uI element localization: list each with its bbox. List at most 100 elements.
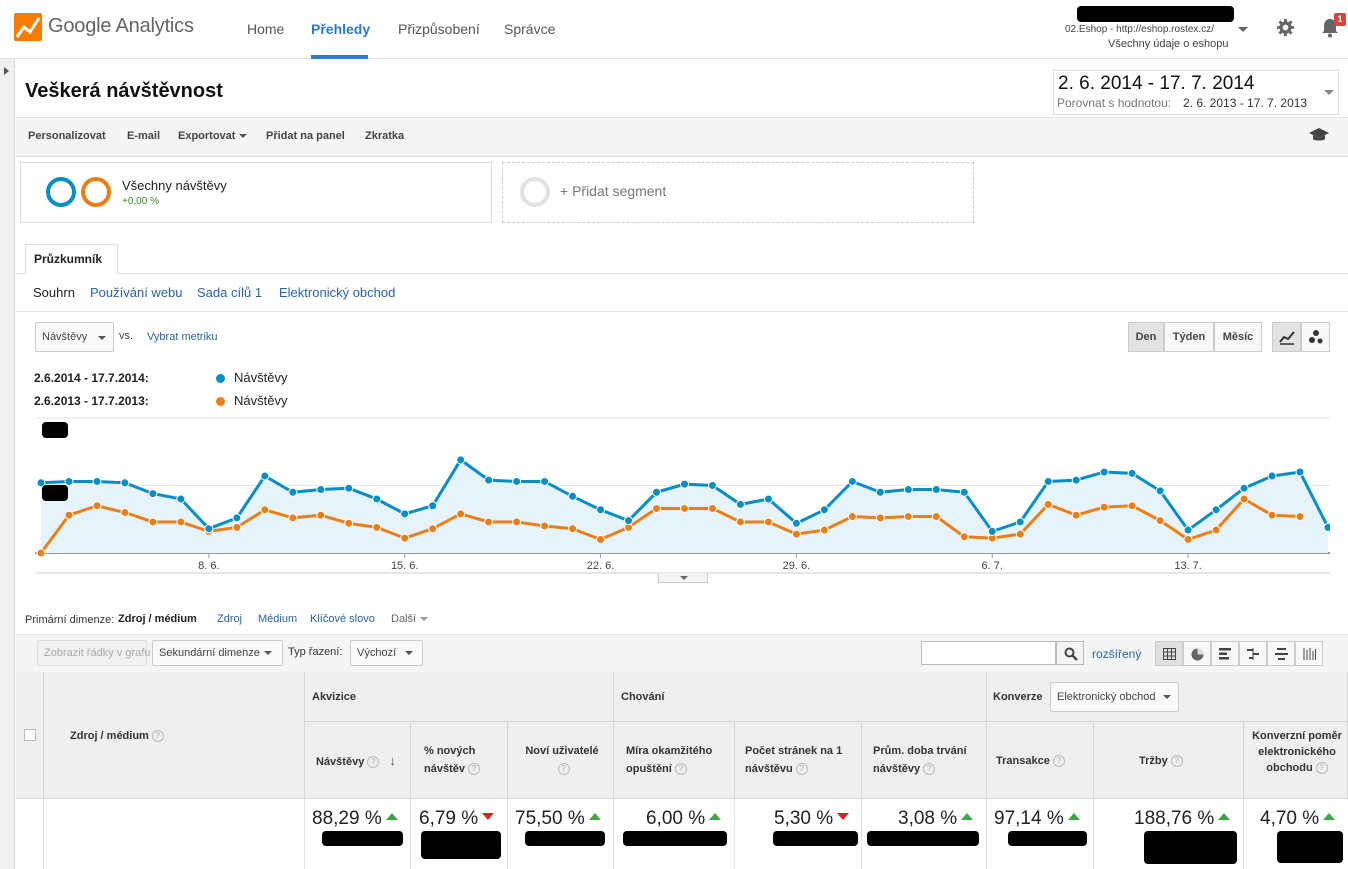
col-label-pages-per-visit[interactable]: Počet stránek na 1 návštěvu? [745, 742, 855, 778]
dimension-medium[interactable]: Médium [258, 613, 297, 625]
personalize-button[interactable]: Personalizovat [28, 130, 106, 142]
trend-up-icon [1323, 813, 1336, 821]
nav-admin[interactable]: Správce [504, 21, 555, 37]
account-view[interactable]: Všechny údaje o eshopu [1108, 38, 1228, 50]
help-icon[interactable]: ? [467, 763, 480, 776]
view-table-button[interactable] [1155, 641, 1183, 666]
plot-rows-button[interactable]: Zobrazit řádky v grafu [37, 640, 150, 666]
account-property[interactable]: 02.Eshop - http://eshop.rostex.cz/ [1065, 24, 1214, 35]
col-label-avg-duration[interactable]: Prům. doba trvání návštěvy? [873, 742, 978, 778]
legend-series-compare[interactable]: Návštěvy [234, 393, 287, 408]
legend-series-current[interactable]: Návštěvy [234, 370, 287, 385]
account-dropdown-icon[interactable] [1238, 27, 1248, 32]
brand-name[interactable]: Google Analytics [48, 15, 194, 38]
help-icon[interactable]: ? [1052, 755, 1065, 768]
data-point-current-6 [204, 524, 214, 534]
subtab-ecommerce[interactable]: Elektronický obchod [279, 285, 395, 300]
data-point-current-43 [1239, 483, 1249, 493]
chevron-down-icon[interactable] [98, 336, 106, 340]
totals-value-bounce-rate: 6,00 % [646, 808, 722, 830]
nav-home[interactable]: Home [247, 21, 284, 37]
add-segment-label[interactable]: + Přidat segment [560, 183, 666, 199]
nav-customization[interactable]: Přizpůsobení [398, 21, 480, 37]
data-point-compare-42 [1211, 525, 1221, 535]
nav-reports[interactable]: Přehledy [311, 21, 370, 37]
data-point-compare-40 [1155, 516, 1165, 526]
help-icon[interactable]: ? [367, 756, 380, 769]
table-search-input[interactable] [921, 641, 1056, 665]
dimension-header-label[interactable]: Zdroj / médium? [70, 727, 164, 745]
data-point-compare-26 [763, 517, 773, 527]
primary-dimension-label: Primární dimenze: [25, 614, 115, 626]
redacted-conversion-abs [1277, 831, 1343, 863]
subtab-summary[interactable]: Souhrn [33, 285, 75, 300]
motion-chart-button[interactable] [1301, 322, 1330, 352]
data-point-compare-45 [1295, 512, 1305, 522]
col-label-new-users[interactable]: Noví uživatelé? [522, 742, 602, 778]
expand-sidebar-icon[interactable] [4, 67, 9, 75]
chevron-down-icon[interactable] [1163, 695, 1171, 699]
subtab-site-usage[interactable]: Používání webu [90, 285, 183, 300]
dimension-more[interactable]: Další [391, 613, 429, 625]
period-day-button[interactable]: Den [1128, 322, 1164, 352]
help-icon[interactable]: ? [1315, 762, 1328, 775]
add-to-dashboard-button[interactable]: Přidat na panel [266, 130, 345, 142]
help-icon[interactable]: ? [674, 763, 687, 776]
group-behavior [614, 672, 987, 722]
view-pie-button[interactable] [1183, 641, 1211, 666]
help-icon[interactable]: ? [557, 763, 570, 776]
visits-line-chart[interactable]: 8. 6. 15. 6. 22. 6. 29. 6. 6. 7. 13. 7. [35, 415, 1330, 585]
gear-icon[interactable] [1276, 18, 1295, 37]
dimension-source-medium[interactable]: Zdroj / médium [118, 613, 197, 625]
date-dropdown-icon[interactable] [1324, 90, 1334, 95]
graduation-cap-icon[interactable] [1309, 128, 1329, 142]
data-point-compare-10 [316, 510, 326, 520]
conversion-type-value[interactable]: Elektronický obchod [1057, 691, 1155, 703]
col-label-sessions[interactable]: Návštěvy? ↓ [316, 752, 396, 771]
select-all-checkbox[interactable] [24, 729, 36, 741]
help-icon[interactable]: ? [1170, 755, 1183, 768]
col-text-new-users: Noví uživatelé [525, 745, 599, 757]
data-point-compare-16 [484, 517, 494, 527]
metric-select-value[interactable]: Návštěvy [42, 331, 87, 343]
view-term-cloud-button[interactable] [1267, 641, 1295, 666]
dimension-source[interactable]: Zdroj [217, 613, 242, 625]
period-week-button[interactable]: Týden [1164, 322, 1214, 352]
sort-desc-icon[interactable]: ↓ [389, 753, 396, 768]
sidebar-collapsed[interactable] [0, 59, 15, 869]
advanced-filter-link[interactable]: rozšířený [1092, 647, 1141, 661]
chevron-down-icon[interactable] [680, 576, 688, 580]
trend-up-icon [385, 813, 398, 821]
view-comparison-button[interactable] [1239, 641, 1267, 666]
help-icon[interactable]: ? [923, 763, 936, 776]
select-metric-link[interactable]: Vybrat metriku [147, 331, 218, 343]
shortcut-button[interactable]: Zkratka [365, 130, 404, 142]
col-label-bounce-rate[interactable]: Míra okamžitého opuštění? [626, 742, 726, 778]
export-button[interactable]: Exportovat [178, 130, 248, 142]
col-label-transactions[interactable]: Transakce? [996, 752, 1065, 770]
view-performance-button[interactable] [1211, 641, 1239, 666]
search-button[interactable] [1056, 641, 1084, 665]
totals-value-revenue: 188,76 % [1134, 808, 1231, 830]
subtab-goal-set-1[interactable]: Sada cílů 1 [197, 285, 262, 300]
email-button[interactable]: E-mail [127, 130, 160, 142]
col-label-ecommerce-conversion[interactable]: Konverzní poměr elektronického obchodu? [1252, 728, 1342, 776]
secondary-dimension-label: Sekundární dimenze [159, 647, 260, 659]
data-point-current-28 [819, 505, 829, 515]
secondary-dimension-select[interactable]: Sekundární dimenze [152, 640, 283, 666]
col-label-new-visits[interactable]: % nových návštěv? [424, 742, 504, 778]
date-range[interactable]: 2. 6. 2014 - 17. 7. 2014 [1058, 73, 1255, 95]
line-chart-button[interactable] [1272, 322, 1301, 352]
view-pivot-button[interactable] [1295, 641, 1323, 666]
dimension-keyword[interactable]: Klíčové slovo [310, 613, 375, 625]
help-icon[interactable]: ? [795, 763, 808, 776]
analytics-logo-icon[interactable] [14, 13, 42, 41]
help-icon[interactable]: ? [151, 730, 164, 743]
data-point-compare-4 [148, 517, 158, 527]
sort-type-select[interactable]: Výchozí [350, 640, 423, 666]
tab-explorer-label[interactable]: Průzkumník [34, 252, 102, 266]
period-month-button[interactable]: Měsíc [1214, 322, 1262, 352]
col-label-revenue[interactable]: Tržby? [1139, 752, 1183, 770]
col-text-revenue: Tržby [1139, 755, 1168, 767]
group-behavior-label: Chování [621, 691, 665, 703]
